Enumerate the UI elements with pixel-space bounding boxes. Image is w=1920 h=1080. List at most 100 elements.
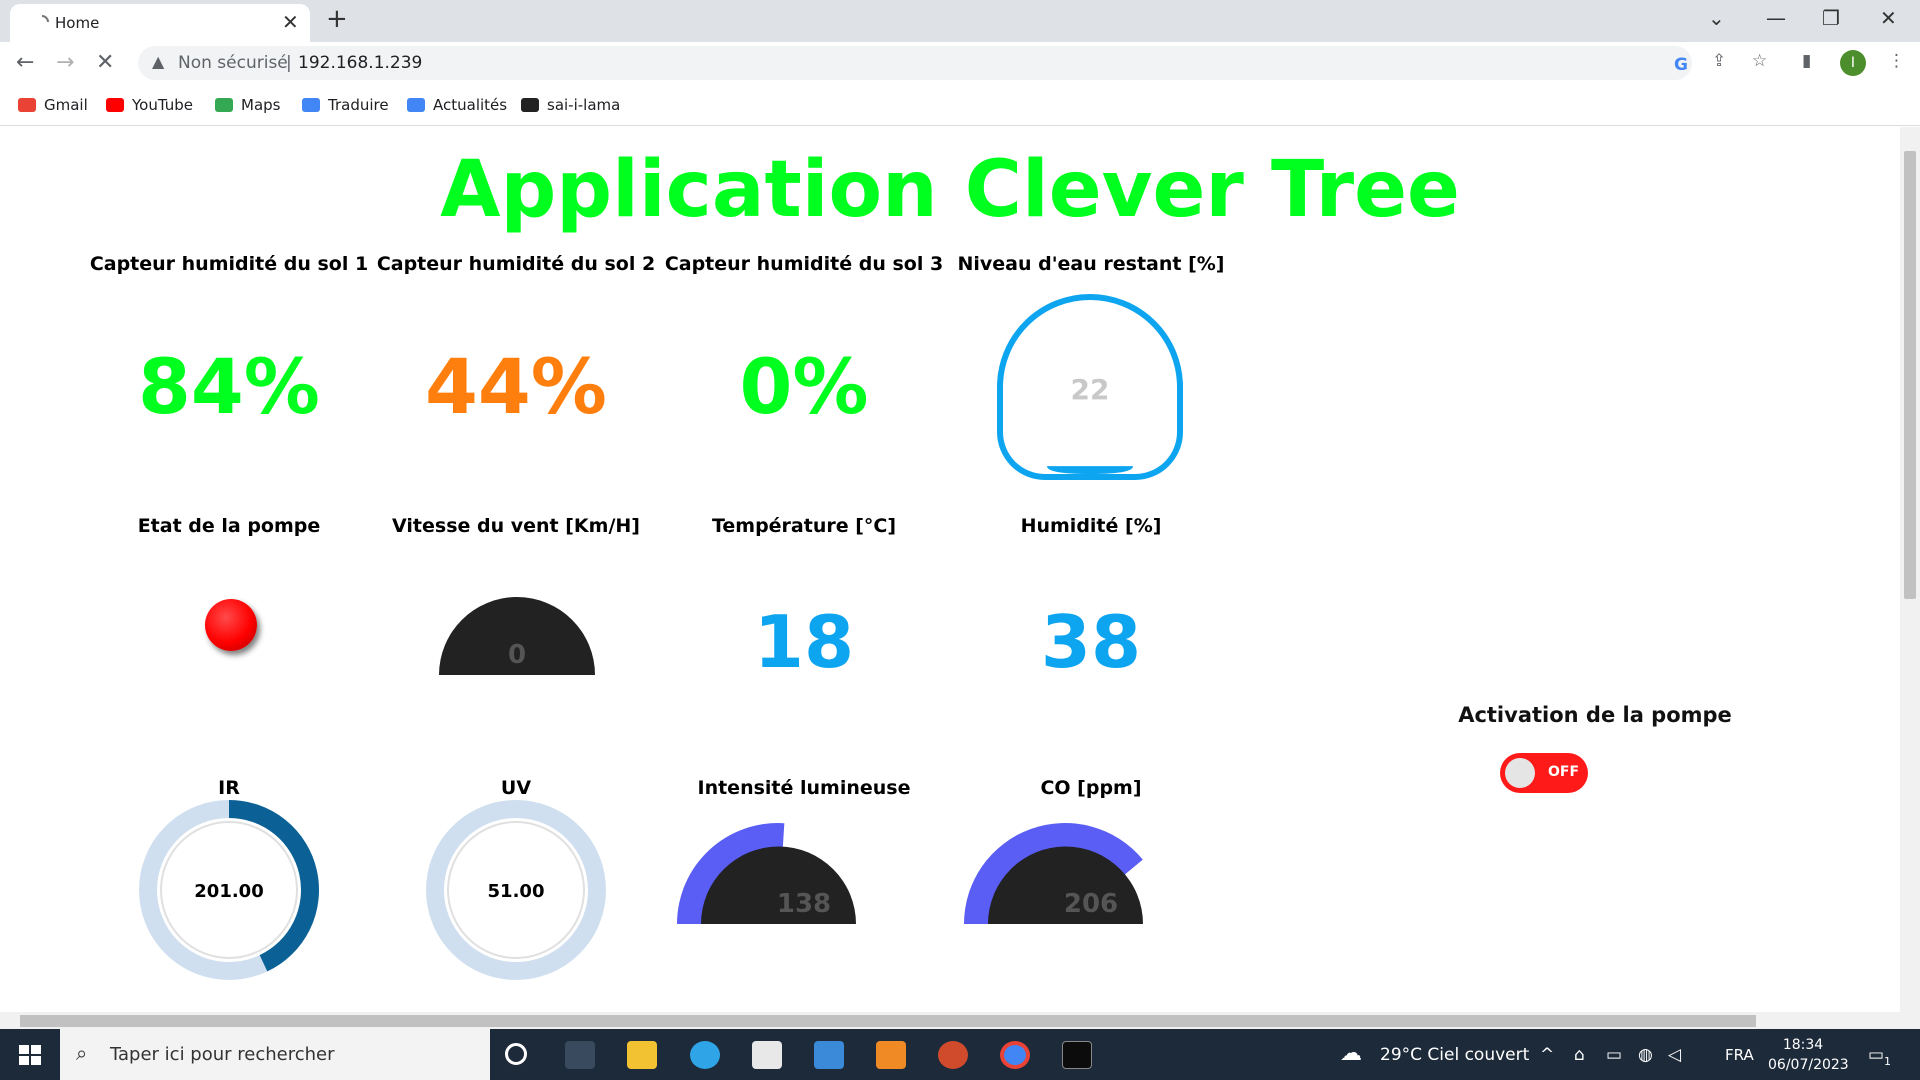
bookmark-translate[interactable]: Traduire [302, 96, 389, 114]
app-icon[interactable] [876, 1041, 906, 1069]
vertical-scroll-thumb[interactable] [1904, 151, 1916, 599]
sai-i-lama-icon [521, 98, 539, 112]
toggle-knob[interactable] [1505, 758, 1535, 788]
browser-tab[interactable]: Home ✕ [10, 4, 310, 42]
soil2-value: 44% [425, 342, 607, 431]
taskbar-search-box[interactable]: ⌕ Taper ici pour rechercher [60, 1029, 490, 1080]
terminal-icon[interactable] [1062, 1041, 1092, 1069]
ir-value: 201.00 [194, 881, 263, 902]
close-window-icon[interactable]: ✕ [1880, 6, 1897, 30]
show-hidden-icons-icon[interactable]: ^ [1540, 1045, 1554, 1065]
uv-value: 51.00 [488, 881, 545, 902]
url-text[interactable]: 192.168.1.239 [298, 53, 422, 73]
restore-icon[interactable]: ❐ [1822, 6, 1840, 30]
wind-gauge: 0 [439, 597, 595, 675]
network-icon[interactable]: ⌂ [1574, 1045, 1585, 1065]
windows-taskbar: ⌕ Taper ici pour rechercher ☁ 29°C Ciel … [0, 1029, 1920, 1080]
bookmark-label: YouTube [132, 96, 193, 114]
new-tab-button[interactable]: + [326, 4, 348, 34]
warning-icon[interactable]: ▲ [152, 52, 164, 71]
app-title: Application Clever Tree [440, 145, 1460, 235]
minimize-icon[interactable]: — [1766, 6, 1786, 30]
side-panel-icon[interactable]: ▮ [1802, 51, 1811, 71]
bookmarks-bar: Gmail YouTube Maps Traduire Actualités s… [0, 84, 1920, 126]
soil1-value: 84% [138, 342, 320, 431]
translate-icon [302, 98, 320, 112]
light-gauge: 138 [677, 823, 856, 924]
bookmark-youtube[interactable]: YouTube [106, 96, 193, 114]
bookmark-sai-i-lama[interactable]: sai-i-lama [521, 96, 620, 114]
maps-icon [215, 98, 233, 112]
pump-activation-label: Activation de la pompe [1458, 703, 1732, 727]
chrome-icon[interactable] [1000, 1041, 1030, 1069]
gmail-icon [18, 98, 36, 112]
close-tab-icon[interactable]: ✕ [282, 10, 299, 34]
co-gauge: 206 [964, 823, 1143, 924]
ir-ring-gauge: 201.00 [139, 800, 319, 980]
security-label[interactable]: Non sécurisé [178, 53, 288, 73]
light-label: Intensité lumineuse [697, 777, 911, 799]
stop-loading-icon[interactable]: ✕ [96, 50, 114, 75]
water-label: Niveau d'eau restant [%] [957, 253, 1225, 275]
forward-icon[interactable]: → [56, 50, 74, 75]
weather-text[interactable]: 29°C Ciel couvert [1380, 1045, 1529, 1065]
address-bar[interactable]: ▲ Non sécurisé | 192.168.1.239 G [138, 46, 1692, 80]
profile-avatar[interactable]: I [1840, 50, 1866, 76]
horizontal-scroll-thumb[interactable] [20, 1015, 1756, 1027]
volume-muted-icon[interactable]: ◁ [1668, 1045, 1681, 1065]
browser-toolbar: ← → ✕ ▲ Non sécurisé | 192.168.1.239 G ⇪… [0, 42, 1920, 84]
bookmark-label: Traduire [328, 96, 389, 114]
edge-icon[interactable] [690, 1041, 720, 1069]
search-placeholder: Taper ici pour rechercher [110, 1044, 335, 1065]
tab-search-icon[interactable]: ⌄ [1708, 6, 1725, 30]
battery-icon[interactable]: ▭ [1606, 1045, 1622, 1065]
soil3-value: 0% [739, 342, 869, 431]
pump-activation-toggle[interactable]: OFF [1500, 753, 1588, 793]
co-label: CO [ppm] [1040, 777, 1142, 799]
soil2-label: Capteur humidité du sol 2 [376, 253, 656, 275]
youtube-icon [106, 98, 124, 112]
tab-title: Home [55, 14, 100, 32]
bookmark-news[interactable]: Actualités [407, 96, 507, 114]
windows-start-icon[interactable] [0, 1029, 60, 1080]
powerpoint-icon[interactable] [938, 1041, 968, 1069]
cortana-icon[interactable] [505, 1043, 527, 1065]
news-icon [407, 98, 425, 112]
task-view-icon[interactable] [565, 1041, 595, 1069]
notifications-count: 1 [1884, 1055, 1891, 1068]
mail-icon[interactable] [814, 1041, 844, 1069]
google-icon[interactable]: G [1674, 55, 1688, 75]
soil1-label: Capteur humidité du sol 1 [89, 253, 369, 275]
toggle-state-label: OFF [1548, 764, 1580, 780]
wind-value: 0 [508, 640, 526, 670]
pump-state-label: Etat de la pompe [137, 515, 321, 537]
separator: | [286, 53, 292, 73]
weather-icon[interactable]: ☁ [1340, 1041, 1362, 1066]
bookmark-maps[interactable]: Maps [215, 96, 280, 114]
taskbar-clock[interactable]: 18:34 06/07/2023 [1768, 1035, 1849, 1075]
bookmark-label: Actualités [433, 96, 508, 114]
humidity-value: 38 [1040, 600, 1142, 684]
bookmark-gmail[interactable]: Gmail [18, 96, 88, 114]
browser-tab-bar: Home ✕ + ⌄ — ❐ ✕ [0, 0, 1920, 42]
language-indicator[interactable]: FRA [1725, 1046, 1754, 1064]
co-value: 206 [1064, 889, 1118, 919]
horizontal-scrollbar[interactable] [0, 1012, 1920, 1029]
share-icon[interactable]: ⇪ [1712, 51, 1726, 71]
notifications-icon[interactable]: ▭ [1868, 1045, 1884, 1065]
soil3-label: Capteur humidité du sol 3 [664, 253, 944, 275]
bookmark-label: Maps [241, 96, 281, 114]
pump-state-led [205, 599, 257, 651]
wind-label: Vitesse du vent [Km/H] [392, 515, 640, 537]
uv-label: UV [500, 777, 532, 799]
humidity-label: Humidité [%] [1020, 515, 1162, 537]
file-explorer-icon[interactable] [627, 1041, 657, 1069]
menu-icon[interactable]: ⋮ [1888, 51, 1905, 71]
globe-icon[interactable]: ◍ [1638, 1045, 1653, 1065]
page-content: Application Clever Tree Capteur humidité… [0, 127, 1900, 1012]
bookmark-star-icon[interactable]: ☆ [1752, 51, 1767, 71]
water-level-gauge: 22 [997, 293, 1183, 480]
vertical-scrollbar[interactable] [1900, 127, 1920, 1012]
back-icon[interactable]: ← [16, 50, 34, 75]
store-icon[interactable] [752, 1041, 782, 1069]
